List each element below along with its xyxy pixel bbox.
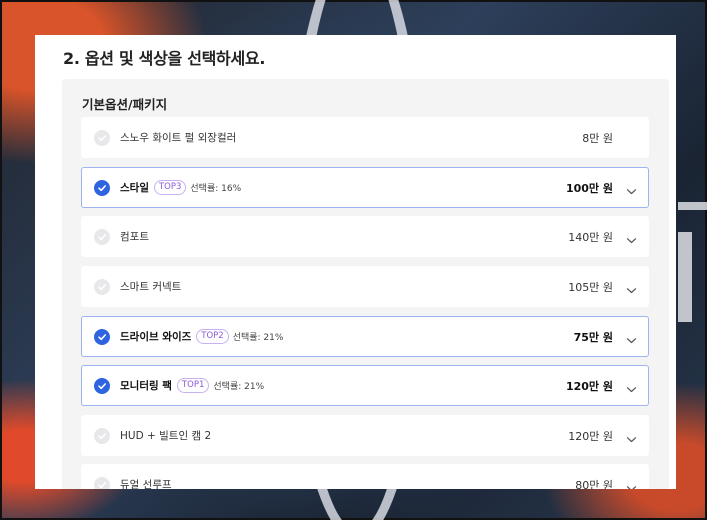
option-name: 듀얼 선루프 — [120, 479, 172, 489]
chevron-down-icon[interactable] — [626, 182, 637, 195]
chevron-down-icon[interactable] — [626, 231, 637, 244]
option-row[interactable]: 컴포트 140만 원 — [81, 216, 649, 257]
option-row[interactable]: HUD + 빌트인 캠 2 120만 원 — [81, 415, 649, 456]
option-name: 모니터링 팩 — [120, 380, 172, 392]
option-name: 스마트 커넥트 — [120, 281, 182, 293]
check-circle-icon[interactable] — [94, 129, 110, 146]
check-circle-icon[interactable] — [94, 427, 110, 444]
chevron-down-icon[interactable] — [626, 479, 637, 489]
option-panel: 2. 옵션 및 색상을 선택하세요. 기본옵션/패키지 스노우 화이트 펄 외장… — [35, 35, 676, 489]
option-price: 75만 원 — [573, 330, 613, 344]
option-name: 스노우 화이트 펄 외장컬러 — [120, 132, 237, 144]
option-row[interactable]: 스노우 화이트 펄 외장컬러 8만 원 — [81, 117, 649, 158]
option-name: 스타일 — [120, 182, 149, 194]
option-price: 120만 원 — [568, 429, 613, 443]
check-circle-icon[interactable] — [94, 328, 110, 345]
option-name: 드라이브 와이즈 — [120, 331, 192, 343]
chevron-down-icon[interactable] — [626, 331, 637, 344]
option-price: 120만 원 — [565, 379, 613, 393]
check-circle-icon[interactable] — [94, 476, 110, 489]
check-circle-icon[interactable] — [94, 377, 110, 394]
option-row[interactable]: 모니터링 팩 TOP1 선택률: 21% 120만 원 — [81, 365, 649, 406]
option-row[interactable]: 스마트 커넥트 105만 원 — [81, 266, 649, 307]
group-title: 기본옵션/패키지 — [82, 97, 168, 112]
rank-badge: TOP1 — [176, 378, 210, 393]
option-name: HUD + 빌트인 캠 2 — [120, 430, 212, 442]
selection-rate: 선택률: 16% — [190, 184, 242, 194]
check-circle-icon[interactable] — [94, 179, 110, 196]
option-name: 컴포트 — [120, 231, 149, 243]
option-price: 80만 원 — [575, 478, 613, 490]
option-row[interactable]: 듀얼 선루프 80만 원 — [81, 464, 649, 489]
rank-badge: TOP3 — [153, 180, 187, 195]
option-price: 140만 원 — [568, 230, 613, 244]
option-price: 8만 원 — [582, 131, 613, 145]
selection-rate: 선택률: 21% — [232, 333, 284, 343]
option-row[interactable]: 드라이브 와이즈 TOP2 선택률: 21% 75만 원 — [81, 316, 649, 357]
rank-badge: TOP2 — [196, 329, 229, 344]
option-row[interactable]: 스타일 TOP3 선택률: 16% 100만 원 — [81, 167, 649, 208]
section-title: 2. 옵션 및 색상을 선택하세요. — [63, 49, 266, 68]
basic-option-group: 기본옵션/패키지 스노우 화이트 펄 외장컬러 8만 원스타일 TOP3 선택률: 1… — [62, 79, 669, 489]
check-circle-icon[interactable] — [94, 278, 110, 295]
option-price: 105만 원 — [568, 280, 613, 294]
chevron-down-icon[interactable] — [626, 380, 637, 393]
check-circle-icon[interactable] — [94, 228, 110, 245]
chevron-down-icon[interactable] — [626, 430, 637, 443]
selection-rate: 선택률: 21% — [213, 382, 265, 392]
option-price: 100만 원 — [565, 181, 613, 195]
chevron-down-icon[interactable] — [626, 281, 637, 294]
